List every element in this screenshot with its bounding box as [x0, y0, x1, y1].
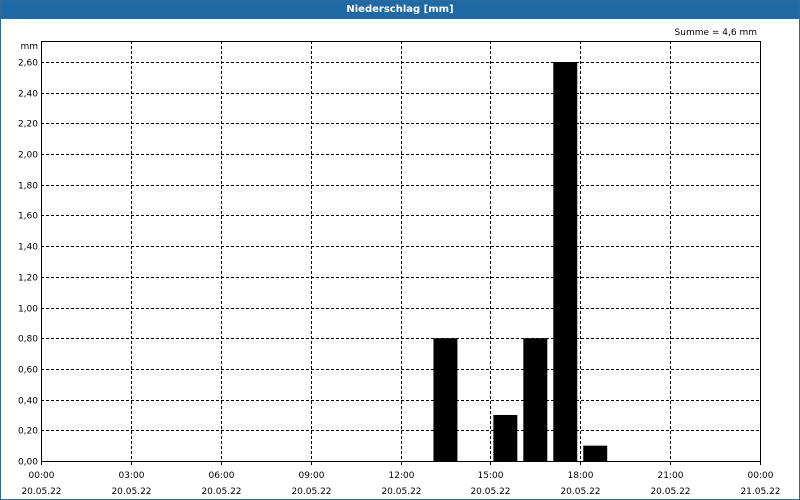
y-tick-label: 0,80: [18, 335, 38, 345]
plot-area: [41, 41, 760, 461]
y-tick-label: 2,40: [18, 90, 38, 100]
x-tick-time-label: 12:00: [389, 471, 415, 481]
x-tick-time-label: 15:00: [478, 471, 504, 481]
x-tick-time-label: 18:00: [568, 471, 594, 481]
x-tick-date-label: 20.05.22: [291, 487, 331, 497]
y-tick-label: 0,40: [18, 397, 38, 407]
y-tick-label: 1,80: [18, 182, 38, 192]
precipitation-bar: [523, 338, 548, 461]
x-tick-date-label: 20.05.22: [111, 487, 151, 497]
precipitation-chart: 0,00 0,20 0,40 0,60 0,80 1,00 1,20 1,40 1,60 1,80…: [18, 28, 781, 497]
y-unit-label: mm: [20, 42, 38, 52]
x-tick-time-label: 00:00: [29, 471, 55, 481]
precipitation-bar: [433, 338, 458, 461]
y-tick-label: 2,60: [18, 59, 38, 69]
x-tick-time-label: 06:00: [209, 471, 235, 481]
y-tick-label: 2,00: [18, 151, 38, 161]
x-tick-date-label: 21.05.22: [740, 487, 780, 497]
x-tick-date-label: 20.05.22: [201, 487, 241, 497]
sum-label: Summe = 4,6 mm: [675, 28, 757, 38]
x-tick-time-label: 00:00: [748, 471, 774, 481]
chart-window: Niederschlag [mm] 0,00 0,20 0,40 0,60 0,80 1,…: [0, 0, 800, 500]
precipitation-bar: [553, 62, 578, 461]
x-tick-time-label: 09:00: [299, 471, 325, 481]
y-tick-label: 0,60: [18, 366, 38, 376]
precipitation-bar: [583, 445, 608, 461]
y-tick-label: 1,20: [18, 274, 38, 284]
y-tick-label: 1,40: [18, 243, 38, 253]
y-tick-label: 2,20: [18, 120, 38, 130]
x-tick-date-label: 20.05.22: [650, 487, 690, 497]
y-tick-label: 1,00: [18, 305, 38, 315]
x-tick-date-label: 20.05.22: [21, 487, 61, 497]
x-tick-date-label: 20.05.22: [470, 487, 510, 497]
x-tick-time-label: 21:00: [658, 471, 684, 481]
y-tick-label: 0,00: [18, 458, 38, 468]
y-tick-label: 0,20: [18, 427, 38, 437]
x-tick-date-label: 20.05.22: [560, 487, 600, 497]
precipitation-bar: [493, 414, 518, 461]
x-tick-date-label: 20.05.22: [381, 487, 421, 497]
y-tick-label: 1,60: [18, 212, 38, 222]
x-tick-time-label: 03:00: [119, 471, 145, 481]
